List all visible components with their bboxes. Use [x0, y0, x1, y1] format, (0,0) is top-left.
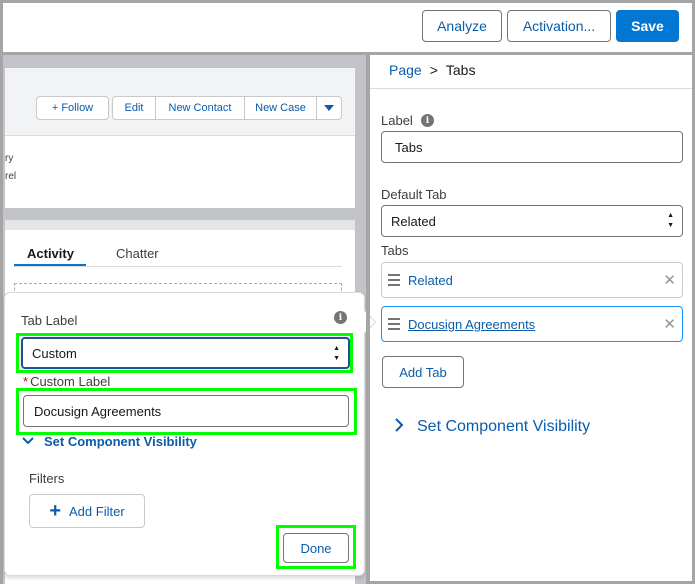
highlight-box [276, 525, 356, 569]
drag-handle-icon[interactable] [388, 318, 400, 333]
chevron-right-icon[interactable] [394, 417, 404, 438]
analyze-button[interactable]: Analyze [422, 10, 502, 42]
tab-label-label: Tab Label [21, 313, 78, 328]
custom-label-label: * Custom Label [23, 374, 111, 389]
field-fragment: ry [5, 153, 14, 164]
edit-button[interactable]: Edit [112, 96, 156, 120]
tab-list-item-label[interactable]: Docusign Agreements [408, 317, 535, 332]
add-filter-label: Add Filter [69, 503, 125, 519]
activation-button[interactable]: Activation... [507, 10, 611, 42]
breadcrumb-page-link[interactable]: Page [389, 62, 422, 78]
new-contact-button[interactable]: New Contact [155, 96, 245, 120]
close-icon[interactable]: ✕ [663, 315, 676, 333]
info-icon[interactable]: i [334, 311, 347, 324]
default-tab-select-value: Related [391, 213, 436, 229]
set-component-visibility-toggle[interactable]: Set Component Visibility [44, 434, 197, 449]
highlight-box [16, 388, 357, 435]
drag-handle-icon[interactable] [388, 274, 400, 289]
default-tab-select[interactable]: Related ▲ ▼ [381, 205, 683, 237]
save-button[interactable]: Save [616, 10, 679, 42]
follow-button[interactable]: + Follow [36, 96, 109, 120]
info-icon[interactable]: i [421, 114, 434, 127]
field-fragment: rel [5, 171, 17, 182]
chevron-down-icon[interactable] [22, 433, 34, 448]
filters-label: Filters [29, 471, 65, 486]
tabs-component-bar [5, 220, 355, 230]
new-case-button[interactable]: New Case [244, 96, 317, 120]
column-divider [366, 52, 370, 584]
tab-list-item-label[interactable]: Related [408, 273, 453, 288]
tabs-divider [14, 266, 342, 267]
tab-list-item-docusign-agreements[interactable]: Docusign Agreements ✕ [381, 306, 683, 342]
tab-chatter[interactable]: Chatter [116, 240, 159, 266]
add-filter-button[interactable]: + Add Filter [29, 494, 145, 528]
default-tab-label: Default Tab [381, 187, 447, 202]
breadcrumb: Page > Tabs [389, 62, 475, 78]
plus-icon: + [49, 500, 62, 522]
add-tab-button[interactable]: Add Tab [382, 356, 464, 388]
label-input[interactable]: Tabs [381, 131, 683, 163]
header-divider [3, 52, 692, 55]
properties-divider [370, 88, 692, 89]
breadcrumb-current: Tabs [445, 62, 476, 78]
label-field-label: Label [381, 113, 413, 128]
highlight-box [16, 333, 353, 373]
tabs-list-label: Tabs [381, 243, 409, 258]
set-component-visibility-toggle[interactable]: Set Component Visibility [417, 418, 590, 436]
chevron-down-icon [324, 105, 334, 111]
tab-list-item-related[interactable]: Related ✕ [381, 262, 683, 298]
more-actions-button[interactable] [316, 96, 342, 120]
tab-activity[interactable]: Activity [27, 240, 74, 266]
select-arrows-icon: ▲ ▼ [667, 212, 674, 229]
breadcrumb-separator: > [429, 62, 438, 78]
close-icon[interactable]: ✕ [663, 271, 676, 289]
